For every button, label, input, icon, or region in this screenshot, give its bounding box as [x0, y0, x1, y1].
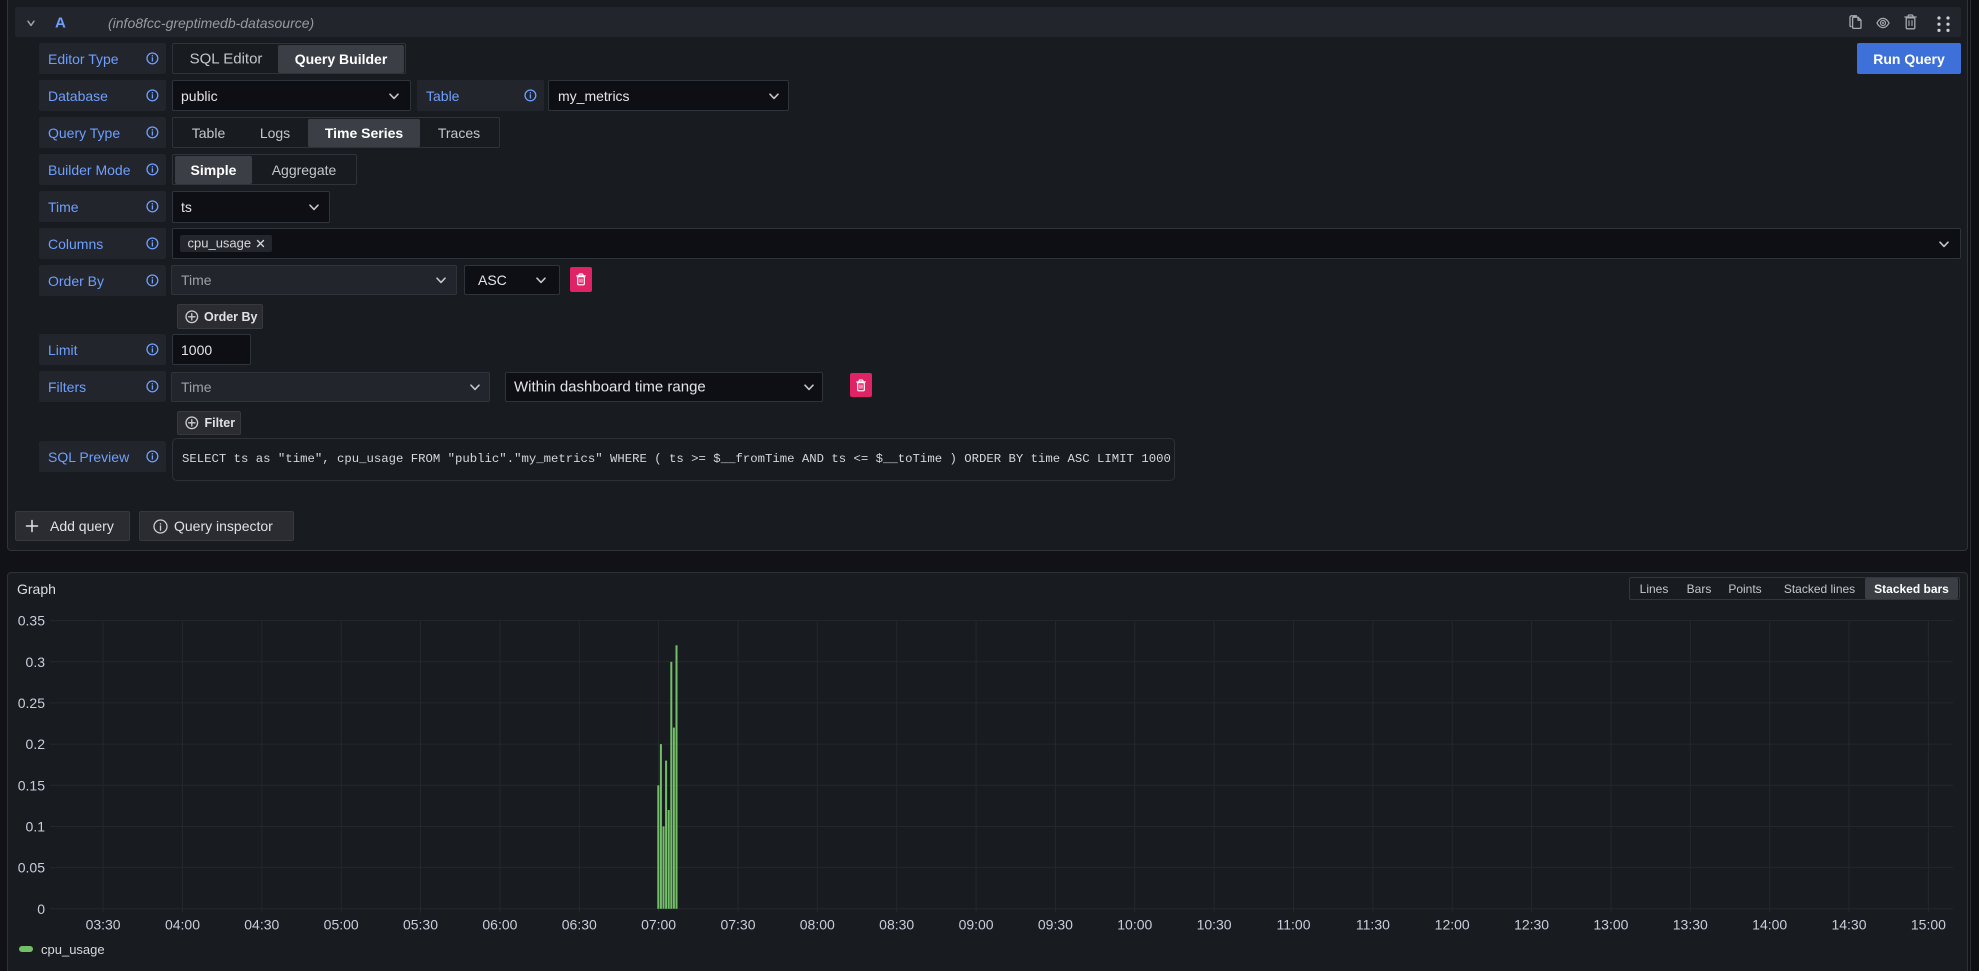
svg-text:10:30: 10:30: [1197, 917, 1232, 933]
svg-text:09:30: 09:30: [1038, 917, 1073, 933]
svg-text:10:00: 10:00: [1117, 917, 1152, 933]
svg-text:0: 0: [37, 901, 45, 917]
svg-text:12:00: 12:00: [1435, 917, 1470, 933]
svg-text:cpu_usage: cpu_usage: [41, 942, 105, 957]
svg-text:07:00: 07:00: [641, 917, 676, 933]
svg-text:09:00: 09:00: [959, 917, 994, 933]
svg-text:15:00: 15:00: [1911, 917, 1946, 933]
svg-text:12:30: 12:30: [1514, 917, 1549, 933]
svg-text:13:00: 13:00: [1593, 917, 1628, 933]
svg-text:04:30: 04:30: [244, 917, 279, 933]
svg-text:08:00: 08:00: [800, 917, 835, 933]
svg-text:07:30: 07:30: [720, 917, 755, 933]
svg-text:0.2: 0.2: [26, 736, 46, 752]
svg-text:11:30: 11:30: [1356, 917, 1390, 933]
svg-text:14:00: 14:00: [1752, 917, 1787, 933]
svg-text:0.15: 0.15: [18, 777, 45, 793]
svg-text:0.25: 0.25: [18, 695, 45, 711]
svg-text:03:30: 03:30: [86, 917, 121, 933]
svg-text:06:30: 06:30: [562, 917, 597, 933]
svg-text:0.3: 0.3: [26, 654, 46, 670]
svg-text:08:30: 08:30: [879, 917, 914, 933]
svg-text:05:00: 05:00: [324, 917, 359, 933]
svg-text:0.35: 0.35: [18, 613, 45, 629]
svg-text:0.1: 0.1: [26, 819, 46, 835]
svg-text:13:30: 13:30: [1673, 917, 1708, 933]
svg-text:0.05: 0.05: [18, 860, 45, 876]
svg-text:06:00: 06:00: [482, 917, 517, 933]
svg-text:11:00: 11:00: [1277, 917, 1311, 933]
svg-text:14:30: 14:30: [1831, 917, 1866, 933]
svg-text:05:30: 05:30: [403, 917, 438, 933]
svg-text:04:00: 04:00: [165, 917, 200, 933]
